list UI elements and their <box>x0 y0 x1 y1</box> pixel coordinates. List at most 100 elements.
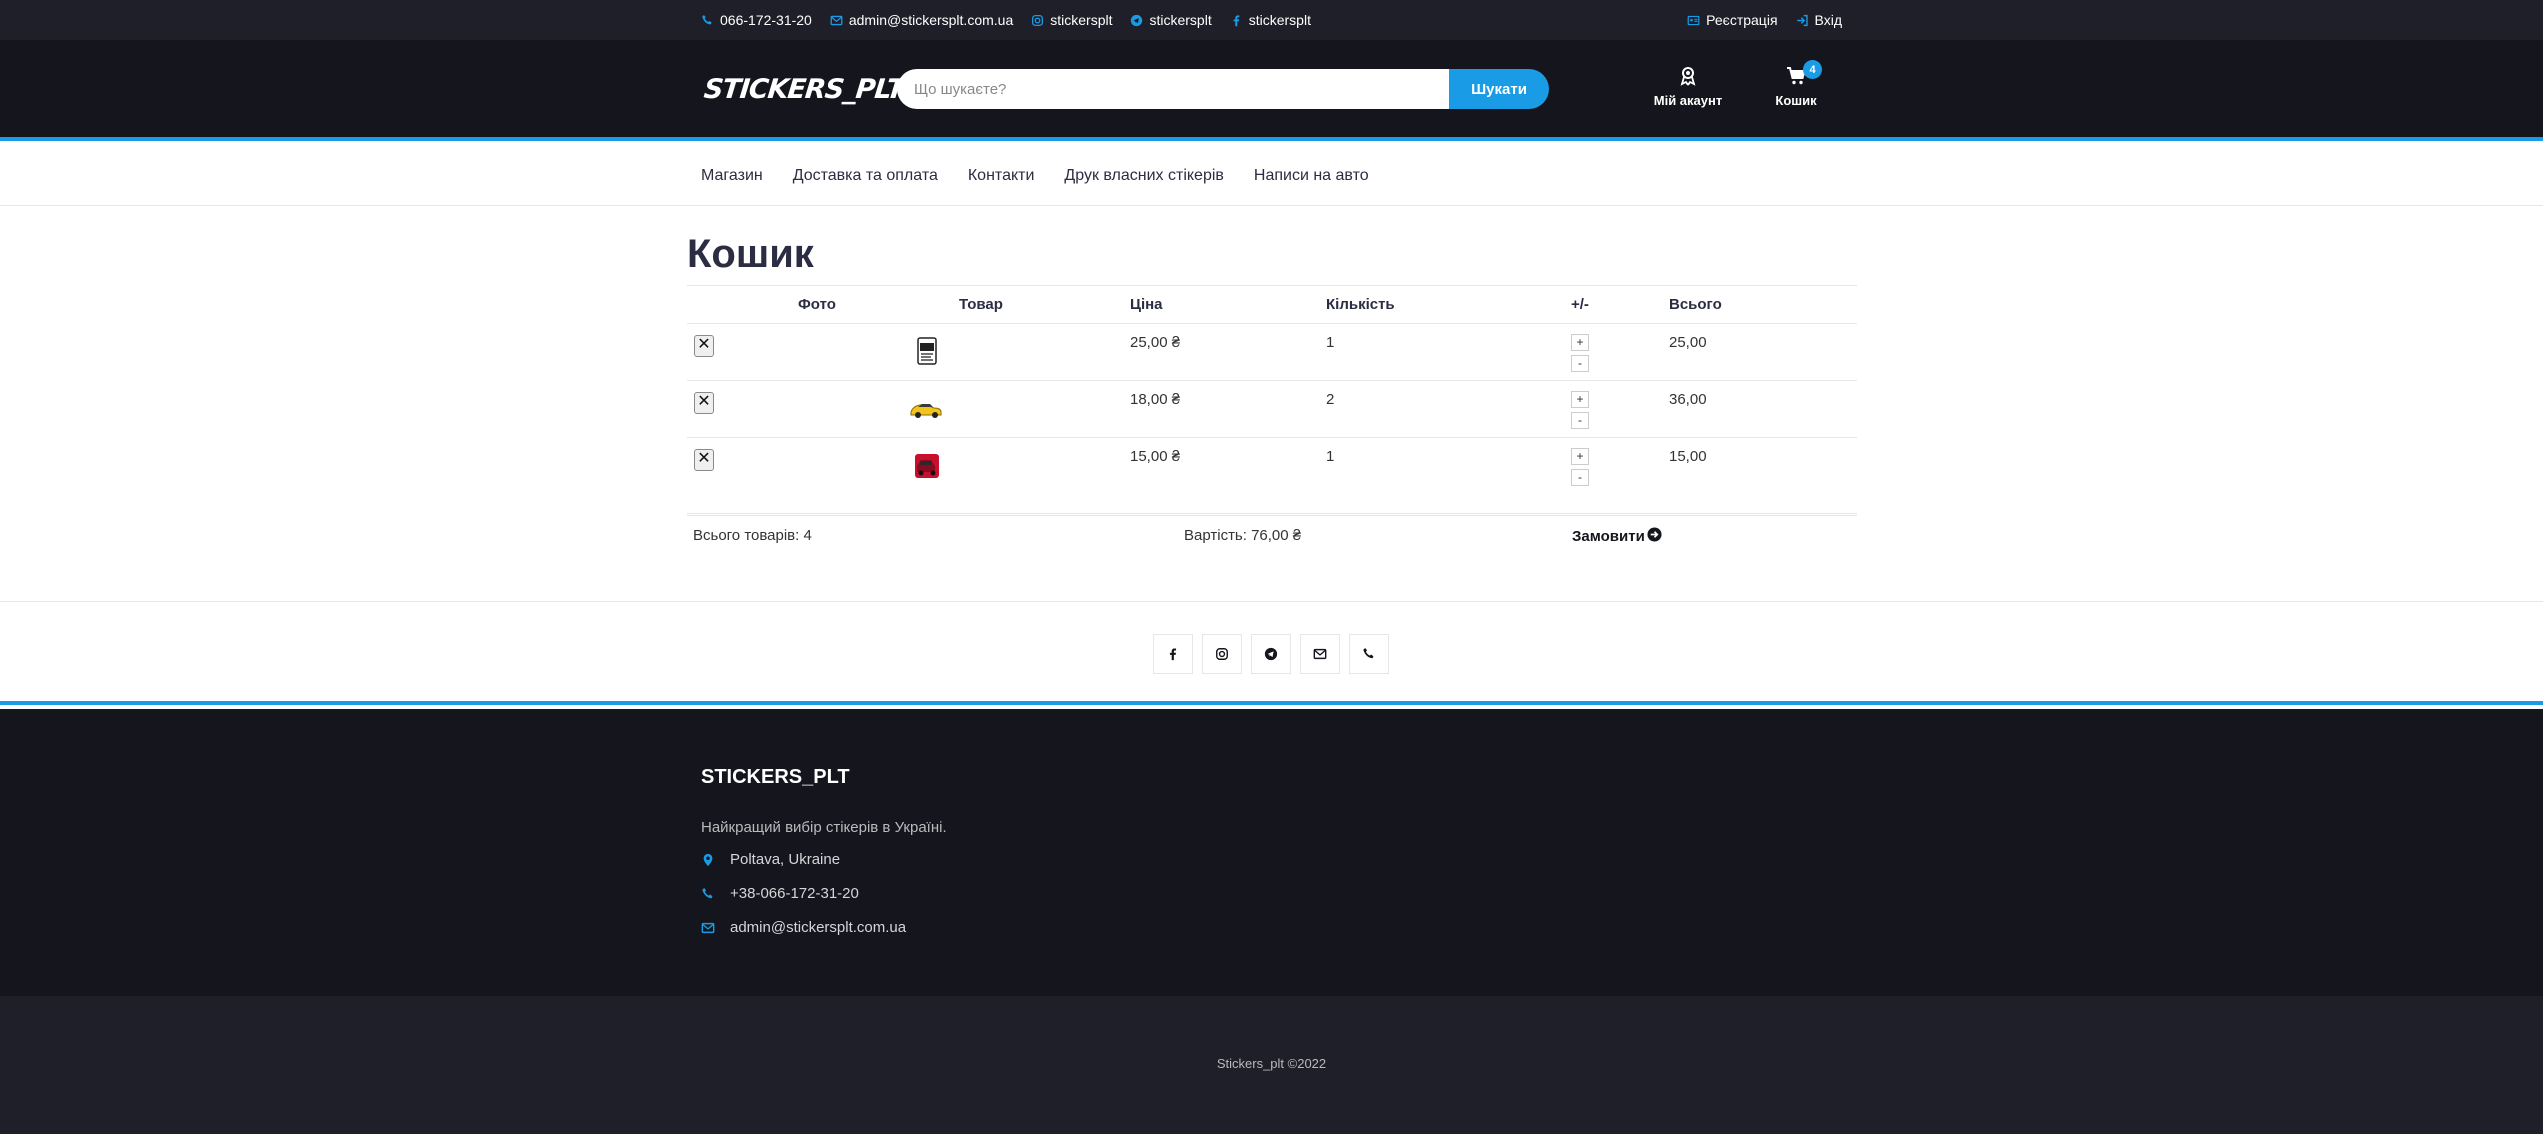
red-car-icon[interactable] <box>909 448 943 482</box>
cart-quantity: 1 <box>1320 323 1565 381</box>
cart-row-total: 36,00 <box>1663 380 1857 438</box>
top-telegram-text: stickersplt <box>1149 12 1212 28</box>
telegram-social-button[interactable] <box>1251 634 1291 674</box>
header-product: Товар <box>953 285 1124 324</box>
instagram-icon <box>1216 648 1228 660</box>
copyright-text: Stickers_plt ©2022 <box>1216 1056 1327 1071</box>
top-instagram-text: stickersplt <box>1050 12 1113 28</box>
cart-count-badge: 4 <box>1803 60 1822 79</box>
top-contact-links: 066-172-31-20 admin@stickersplt.com.ua s… <box>701 12 1311 28</box>
top-facebook-link[interactable]: stickersplt <box>1230 12 1311 28</box>
cart-quantity: 1 <box>1320 437 1565 514</box>
cart-row-total: 15,00 <box>1663 437 1857 514</box>
cart-price: 18,00 ₴ <box>1124 380 1320 438</box>
id-card-icon <box>1687 14 1700 27</box>
top-facebook-text: stickersplt <box>1248 12 1311 28</box>
increase-qty-button[interactable]: + <box>1571 448 1589 465</box>
cart-row: ✕ 18,00 ₴ 2 + - 36,00 <box>687 380 1857 438</box>
instagram-icon <box>1031 14 1044 27</box>
nav-item-delivery[interactable]: Доставка та оплата <box>793 167 938 185</box>
telegram-icon <box>1264 647 1278 661</box>
footer-address-text: Poltava, Ukraine <box>730 851 841 868</box>
phone-icon <box>701 887 715 901</box>
cart-product-name[interactable] <box>953 380 1124 438</box>
site-footer: STICKERS_PLT Найкращий вибір стікерів в … <box>0 709 2543 996</box>
nav-item-shop[interactable]: Магазин <box>701 167 763 185</box>
search-input[interactable] <box>897 69 1449 109</box>
total-items: Всього товарів: 4 <box>693 527 812 544</box>
search-button[interactable]: Шукати <box>1449 69 1549 109</box>
remove-item-button[interactable]: ✕ <box>694 335 714 357</box>
copyright-bar: Stickers_plt ©2022 <box>0 996 2543 1134</box>
checkout-button[interactable]: Замовити <box>1572 527 1662 546</box>
arrow-circle-right-icon <box>1647 527 1662 546</box>
top-email-text: admin@stickersplt.com.ua <box>848 12 1014 28</box>
header-total: Всього <box>1663 285 1857 324</box>
header-plus-minus: +/- <box>1565 285 1663 324</box>
top-account-links: Реєстрація Вхід <box>1687 12 1842 28</box>
facebook-icon <box>1230 14 1243 27</box>
user-award-icon <box>1678 66 1698 89</box>
decrease-qty-button[interactable]: - <box>1571 412 1589 429</box>
decrease-qty-button[interactable]: - <box>1571 355 1589 372</box>
nav-item-contacts[interactable]: Контакти <box>968 167 1035 185</box>
header-price: Ціна <box>1124 285 1320 324</box>
nav-item-custom-print[interactable]: Друк власних стікерів <box>1064 167 1224 185</box>
increase-qty-button[interactable]: + <box>1571 391 1589 408</box>
facebook-icon <box>1169 648 1177 661</box>
main-navigation: Магазин Доставка та оплата Контакти Друк… <box>0 145 2543 206</box>
email-social-button[interactable] <box>1300 634 1340 674</box>
remove-item-button[interactable]: ✕ <box>694 392 714 414</box>
envelope-icon <box>701 921 715 935</box>
phone-icon <box>701 14 714 27</box>
my-account-label: Мій акаунт <box>1653 93 1723 108</box>
cart-quantity: 2 <box>1320 380 1565 438</box>
phone-icon <box>1363 648 1374 659</box>
login-text: Вхід <box>1814 12 1842 28</box>
checkout-label: Замовити <box>1572 528 1645 545</box>
footer-email[interactable]: admin@stickersplt.com.ua <box>701 919 947 936</box>
footer-address: Poltava, Ukraine <box>701 851 947 868</box>
top-bar: 066-172-31-20 admin@stickersplt.com.ua s… <box>0 0 2543 40</box>
top-email-link[interactable]: admin@stickersplt.com.ua <box>830 12 1013 28</box>
footer-tagline: Найкращий вибір стікерів в Україні. <box>701 819 947 836</box>
map-marker-icon <box>701 853 715 867</box>
cart-row: ✕ 15,00 ₴ 1 + - 15,00 <box>687 437 1857 514</box>
phone-social-button[interactable] <box>1349 634 1389 674</box>
facebook-social-button[interactable] <box>1153 634 1193 674</box>
cart-price: 15,00 ₴ <box>1124 437 1320 514</box>
header-quantity: Кількість <box>1320 285 1565 324</box>
footer-phone-text: +38-066-172-31-20 <box>730 885 859 902</box>
increase-qty-button[interactable]: + <box>1571 334 1589 351</box>
cart-button[interactable]: Кошик 4 <box>1770 60 1822 108</box>
sign-in-icon <box>1796 14 1809 27</box>
register-link[interactable]: Реєстрація <box>1687 12 1778 28</box>
header-photo: Фото <box>792 285 953 324</box>
header-remove <box>687 285 792 324</box>
nav-item-car-lettering[interactable]: Написи на авто <box>1254 167 1369 185</box>
cart-table: Фото Товар Ціна Кількість +/- Всього ✕ 2… <box>687 285 1857 514</box>
cart-label: Кошик <box>1775 93 1817 108</box>
top-phone-text: 066-172-31-20 <box>720 12 812 28</box>
sticker-bw-icon[interactable] <box>909 334 943 368</box>
footer-email-text: admin@stickersplt.com.ua <box>730 919 907 936</box>
yellow-car-icon[interactable] <box>909 391 943 425</box>
cart-product-name[interactable] <box>953 323 1124 381</box>
footer-phone[interactable]: +38-066-172-31-20 <box>701 885 947 902</box>
cart-row-total: 25,00 <box>1663 323 1857 381</box>
telegram-icon <box>1130 14 1143 27</box>
remove-item-button[interactable]: ✕ <box>694 449 714 471</box>
cart-price: 25,00 ₴ <box>1124 323 1320 381</box>
my-account-button[interactable]: Мій акаунт <box>1650 66 1726 108</box>
top-telegram-link[interactable]: stickersplt <box>1130 12 1212 28</box>
instagram-social-button[interactable] <box>1202 634 1242 674</box>
decrease-qty-button[interactable]: - <box>1571 469 1589 486</box>
page-title: Кошик <box>687 232 814 276</box>
register-text: Реєстрація <box>1706 12 1778 28</box>
footer-brand: STICKERS_PLT <box>701 766 850 788</box>
top-instagram-link[interactable]: stickersplt <box>1031 12 1112 28</box>
cart-product-name[interactable] <box>953 437 1124 514</box>
login-link[interactable]: Вхід <box>1796 12 1842 28</box>
top-phone-link[interactable]: 066-172-31-20 <box>701 12 812 28</box>
site-header: STICKERS_PLT Шукати Мій акаунт Кошик 4 <box>0 40 2543 141</box>
